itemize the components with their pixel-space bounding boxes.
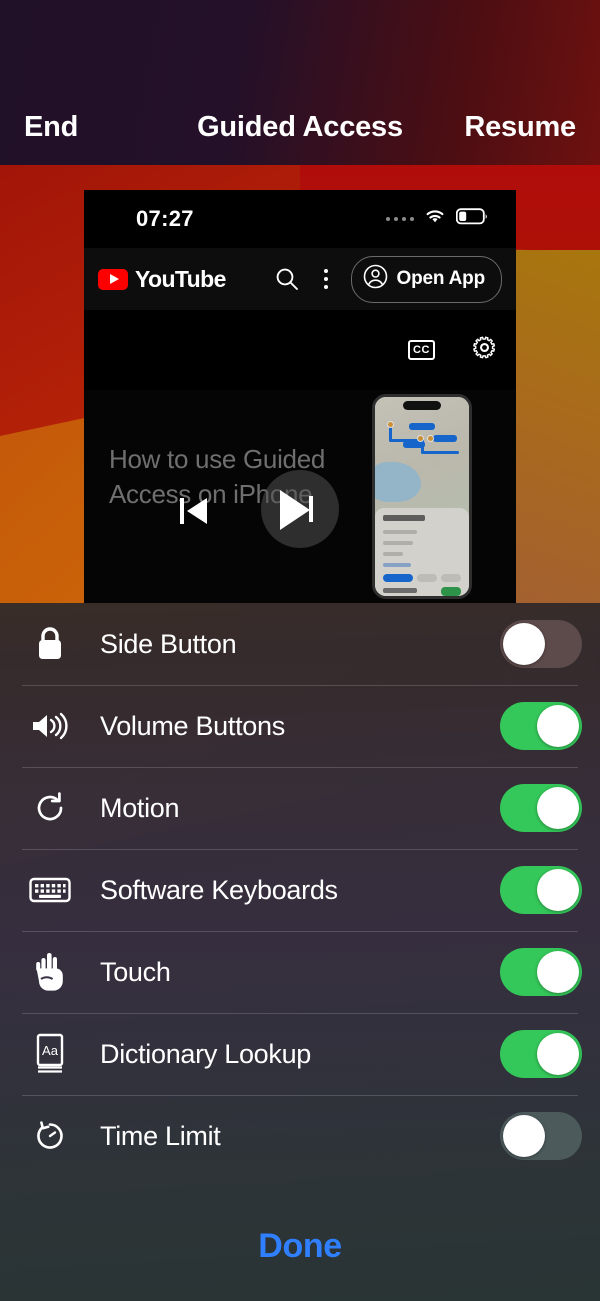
toggle-knob	[537, 951, 579, 993]
status-bar-time: 07:27	[136, 206, 194, 231]
iphone-maps-thumbnail	[372, 394, 472, 599]
touch-hand-icon	[0, 951, 100, 993]
touch-toggle[interactable]	[500, 948, 582, 996]
done-button[interactable]: Done	[258, 1227, 342, 1266]
open-app-label: Open App	[396, 268, 486, 289]
option-label: Touch	[100, 956, 171, 987]
toggle-knob	[503, 1115, 545, 1157]
option-label: Time Limit	[100, 1120, 221, 1151]
app-preview-window: 07:27 YouTube Open App CC How to use Gui…	[84, 190, 516, 603]
option-label: Software Keyboards	[100, 874, 338, 905]
dictionary-icon: Aa	[0, 1033, 100, 1075]
youtube-logo-icon	[98, 268, 128, 290]
option-row-side-button[interactable]: Side Button	[0, 603, 600, 685]
toggle-knob	[537, 1033, 579, 1075]
toggle-knob	[537, 869, 579, 911]
kebab-menu-icon[interactable]	[309, 269, 343, 289]
toggle-knob	[503, 623, 545, 665]
svg-text:Aa: Aa	[42, 1043, 59, 1058]
option-label: Dictionary Lookup	[100, 1038, 312, 1069]
closed-captions-icon[interactable]: CC	[408, 340, 435, 360]
youtube-wordmark: YouTube	[135, 265, 226, 292]
software-keyboards-toggle[interactable]	[500, 866, 582, 914]
option-label: Motion	[100, 792, 180, 823]
option-row-dictionary-lookup[interactable]: Aa Dictionary Lookup	[0, 1013, 600, 1095]
wifi-icon	[423, 207, 447, 230]
option-row-time-limit[interactable]: Time Limit	[0, 1095, 600, 1177]
lock-icon	[0, 624, 100, 664]
resume-button[interactable]: Resume	[464, 113, 576, 142]
phone-notch	[403, 401, 441, 410]
youtube-logo: YouTube	[98, 266, 226, 293]
timer-icon	[0, 1117, 100, 1155]
volume-icon	[0, 710, 100, 742]
cellular-dots-icon	[386, 216, 414, 221]
account-circle-icon	[363, 264, 388, 295]
search-icon[interactable]	[265, 266, 309, 292]
options-list: Side Button Volume Buttons Motion Softwa…	[0, 603, 600, 1177]
player-top-controls: CC	[84, 310, 516, 390]
option-label: Volume Buttons	[100, 710, 285, 741]
time-limit-toggle[interactable]	[500, 1112, 582, 1160]
option-row-software-keyboards[interactable]: Software Keyboards	[0, 849, 600, 931]
option-row-motion[interactable]: Motion	[0, 767, 600, 849]
previous-track-icon[interactable]	[180, 498, 207, 524]
keyboard-icon	[0, 875, 100, 905]
motion-toggle[interactable]	[500, 784, 582, 832]
rotate-icon	[0, 788, 100, 828]
gear-icon[interactable]	[471, 334, 498, 366]
toggle-knob	[537, 705, 579, 747]
guided-access-options-panel: Side Button Volume Buttons Motion Softwa…	[0, 603, 600, 1301]
option-label: Side Button	[100, 628, 237, 659]
play-icon[interactable]	[280, 490, 310, 530]
dictionary-lookup-toggle[interactable]	[500, 1030, 582, 1078]
youtube-bar-actions: Open App	[265, 255, 516, 303]
option-row-volume-buttons[interactable]: Volume Buttons	[0, 685, 600, 767]
toggle-knob	[537, 787, 579, 829]
status-bar-indicators	[386, 207, 488, 230]
done-area: Done	[0, 1191, 600, 1301]
ios-status-bar: 07:27	[84, 190, 516, 248]
battery-low-icon	[455, 207, 488, 230]
youtube-app-bar: YouTube Open App	[84, 248, 516, 310]
thumbnail-dim-overlay	[375, 397, 469, 596]
guided-access-top-bar: End Guided Access Resume	[0, 0, 600, 165]
video-player-body[interactable]: How to use Guided Access on iPhone	[84, 390, 516, 603]
side-button-toggle[interactable]	[500, 620, 582, 668]
open-app-button[interactable]: Open App	[350, 255, 502, 303]
option-row-touch[interactable]: Touch	[0, 931, 600, 1013]
volume-buttons-toggle[interactable]	[500, 702, 582, 750]
